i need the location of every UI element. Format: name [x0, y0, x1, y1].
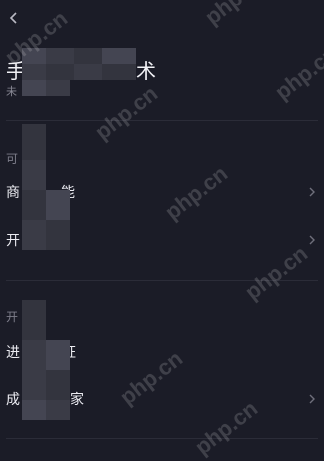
back-icon[interactable]	[6, 10, 22, 26]
section-label-2: 开	[6, 310, 19, 324]
list-item-label: 开	[6, 232, 20, 248]
chevron-right-icon	[309, 394, 315, 404]
list-item-label: 进 证	[6, 344, 76, 360]
chevron-right-icon	[309, 187, 315, 197]
chevron-right-icon	[309, 235, 315, 245]
bottom-divider	[6, 438, 318, 439]
list-item-label: 商 能	[6, 184, 75, 200]
list-item-label: 成 家	[6, 391, 84, 407]
header-divider	[6, 120, 318, 121]
section-label-1: 可	[6, 152, 19, 166]
page-subtitle: 未	[6, 86, 17, 98]
